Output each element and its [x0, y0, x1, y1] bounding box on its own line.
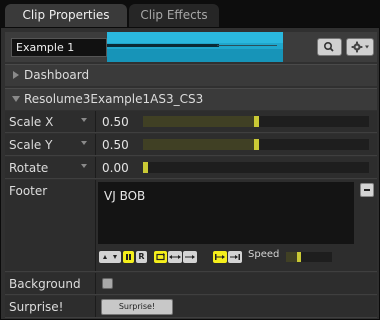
- trigger-out-button[interactable]: [228, 251, 242, 263]
- bounce-button[interactable]: [168, 251, 182, 263]
- chevron-down-icon[interactable]: [79, 138, 89, 148]
- slider-handle[interactable]: [143, 162, 148, 173]
- param-row-rotate: Rotate 0.00: [5, 157, 377, 179]
- gear-icon: [351, 41, 369, 53]
- param-label: Surprise!: [9, 300, 64, 314]
- loop-button[interactable]: [154, 251, 167, 263]
- trigger-out-icon: [230, 254, 240, 260]
- param-value[interactable]: 0.00: [102, 161, 129, 175]
- speed-label: Speed: [248, 249, 280, 260]
- transport-controls: R Speed: [98, 248, 354, 266]
- section-dashboard[interactable]: Dashboard: [5, 64, 377, 86]
- direction-updown-icon: [103, 255, 117, 259]
- chevron-right-icon: [13, 71, 19, 79]
- clip-properties-panel: Dashboard Resolume3Example1AS3_CS3 Scale…: [0, 27, 380, 320]
- trigger-mode-button[interactable]: [213, 251, 227, 263]
- direction-dropdown-button[interactable]: [99, 251, 121, 263]
- settings-dropdown-button[interactable]: [346, 38, 374, 56]
- param-row-scale-x: Scale X 0.50: [5, 111, 377, 133]
- param-row-scale-y: Scale Y 0.50: [5, 134, 377, 156]
- param-value[interactable]: 0.50: [102, 138, 129, 152]
- param-label: Background: [9, 277, 81, 291]
- clip-name-input[interactable]: [11, 38, 107, 57]
- tab-clip-effects[interactable]: Clip Effects: [129, 4, 219, 27]
- slider-handle[interactable]: [254, 139, 259, 150]
- tab-bar: Clip Properties Clip Effects: [0, 0, 380, 27]
- chevron-down-icon[interactable]: [79, 115, 89, 125]
- search-button[interactable]: [317, 38, 342, 56]
- param-row-footer: Footer VJ BOB R Speed: [5, 180, 377, 272]
- trigger-in-icon: [215, 254, 225, 260]
- param-label: Rotate: [9, 161, 49, 175]
- footer-text-area[interactable]: VJ BOB: [98, 182, 354, 244]
- clip-header: [5, 32, 377, 62]
- param-label: Footer: [9, 184, 48, 198]
- slider-fill: [143, 116, 254, 127]
- param-row-surprise: Surprise! Surprise!: [5, 296, 377, 318]
- param-row-background: Background: [5, 273, 377, 295]
- tab-clip-properties[interactable]: Clip Properties: [5, 4, 127, 27]
- slider-fill: [143, 139, 254, 150]
- slider-handle[interactable]: [297, 252, 301, 262]
- section-dashboard-label: Dashboard: [24, 68, 90, 82]
- loop-icon: [156, 253, 165, 261]
- background-checkbox[interactable]: [102, 278, 113, 289]
- param-slider[interactable]: [143, 139, 369, 150]
- play-once-icon: [185, 255, 195, 259]
- clip-thumbnail: [107, 32, 283, 62]
- param-label: Scale X: [9, 115, 54, 129]
- search-icon: [324, 41, 334, 52]
- param-slider[interactable]: [143, 116, 369, 127]
- pause-button[interactable]: [123, 251, 134, 263]
- collapse-button[interactable]: [360, 183, 374, 197]
- slider-handle[interactable]: [254, 116, 259, 127]
- play-once-button[interactable]: [183, 251, 197, 263]
- chevron-down-icon: [12, 96, 20, 102]
- section-source[interactable]: Resolume3Example1AS3_CS3: [5, 88, 377, 110]
- param-slider[interactable]: [143, 162, 369, 173]
- section-source-label: Resolume3Example1AS3_CS3: [24, 92, 204, 106]
- surprise-button[interactable]: Surprise!: [101, 299, 173, 315]
- param-value[interactable]: 0.50: [102, 115, 129, 129]
- pause-icon: [126, 254, 131, 260]
- param-label: Scale Y: [9, 138, 53, 152]
- chevron-down-icon[interactable]: [79, 161, 89, 171]
- bounce-icon: [169, 255, 181, 259]
- reverse-button[interactable]: R: [136, 251, 147, 263]
- speed-slider[interactable]: [286, 252, 332, 262]
- slider-fill: [286, 252, 297, 262]
